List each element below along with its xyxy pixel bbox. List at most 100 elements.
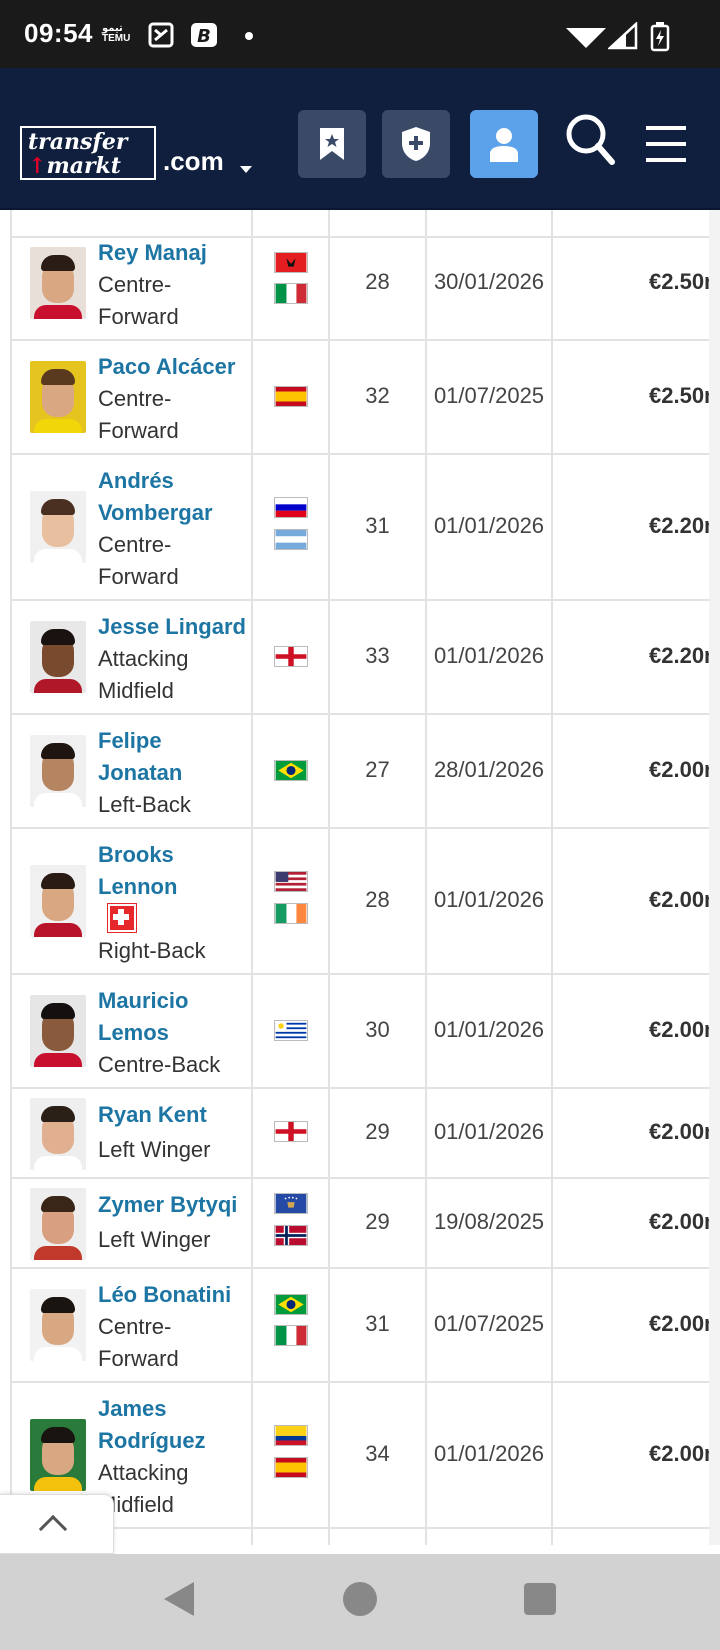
market-value[interactable]: €2.00m [649,887,709,913]
contract-date: 19/08/2025 [433,1209,545,1234]
cell-signal-icon [608,22,638,50]
contract-date: 01/01/2026 [433,887,545,912]
player-age: 34 [365,1441,390,1466]
status-bar: 09:54 تيمو TEMU B [0,0,720,68]
uruguay-flag-icon [274,1020,308,1041]
player-position: Centre- [98,272,172,297]
contract-date: 01/07/2025 [433,1311,545,1336]
table-row: Léo Bonatini Centre- Forward 31 01/07/20… [10,1269,709,1383]
back-icon[interactable] [164,1582,194,1616]
player-name-link[interactable]: Vombergar [98,497,253,529]
player-name-link[interactable]: Lemos [98,1017,253,1049]
player-photo[interactable] [30,1419,86,1491]
market-value[interactable]: €2.50m [649,269,709,295]
table-row: Brooks Lennon Right-Back 28 01/01/2026 €… [10,829,709,975]
injury-icon[interactable] [107,903,137,933]
scroll-to-top-button[interactable] [0,1494,114,1554]
bookmark-icon [320,128,344,160]
ireland-flag-icon [274,903,308,924]
player-photo[interactable] [30,621,86,693]
market-value[interactable]: €2.50m [649,383,709,409]
player-age: 27 [365,757,390,782]
search-icon[interactable] [564,112,616,166]
player-age: 28 [365,269,390,294]
spain-flag-icon [274,386,308,407]
player-name-link[interactable]: Zymer Bytyqi [98,1187,253,1222]
contract-date: 01/07/2025 [433,383,545,408]
player-name-link[interactable]: Paco Alcácer [98,351,253,383]
market-value[interactable]: €2.00m [649,757,709,783]
contract-date: 01/01/2026 [433,1441,545,1466]
spain-flag-icon [274,1457,308,1478]
table-row: James Rodríguez Attacking Midfield 34 01… [10,1383,709,1529]
logo-line-1: transfer [28,129,128,155]
england-flag-icon [274,1121,308,1142]
player-position: Centre- [98,532,172,557]
player-photo[interactable] [30,865,86,937]
player-photo[interactable] [30,735,86,807]
wifi-icon [566,24,606,48]
player-name-link[interactable]: Léo Bonatini [98,1279,253,1311]
player-photo[interactable] [30,1098,86,1170]
market-value[interactable]: €2.00m [649,1119,709,1145]
player-photo[interactable] [30,995,86,1067]
brazil-flag-icon [274,760,308,781]
player-name-link[interactable]: Mauricio [98,985,253,1017]
player-name-link[interactable]: Ryan Kent [98,1097,253,1132]
contract-date: 01/01/2026 [433,1017,545,1042]
player-photo[interactable] [30,361,86,433]
albania-flag-icon [274,252,308,273]
player-name-link[interactable]: Jonatan [98,757,253,789]
domain-selector[interactable]: .com [163,146,224,177]
market-value[interactable]: €2.00m [649,1017,709,1043]
player-name-link[interactable]: Jesse Lingard [98,611,253,643]
player-photo[interactable] [30,1188,86,1260]
player-age: 32 [365,383,390,408]
kosovo-flag-icon [274,1193,308,1214]
player-position: Centre- [98,1314,172,1339]
player-position: Forward [98,418,179,443]
player-photo[interactable] [30,247,86,319]
player-name-link[interactable]: James [98,1393,253,1425]
page-scrollbar[interactable] [709,210,720,1545]
recent-apps-icon[interactable] [524,1583,556,1615]
contract-date: 28/01/2026 [433,757,545,782]
home-icon[interactable] [343,1582,377,1616]
brazil-flag-icon [274,1294,308,1315]
my-club-button[interactable] [382,110,450,178]
chevron-down-icon [240,166,252,173]
player-age: 29 [365,1209,390,1234]
player-name-link[interactable]: Felipe [98,725,253,757]
player-position: Centre-Back [98,1052,221,1077]
profile-button[interactable] [470,110,538,178]
market-value[interactable]: €2.20m [649,513,709,539]
player-position: Left-Back [98,792,191,817]
table-row: Ryan Kent Left Winger 29 01/01/2026 €2.0… [10,1089,709,1179]
player-position: Right-Back [98,938,206,963]
player-position: Forward [98,564,179,589]
contract-date: 30/01/2026 [433,269,545,294]
logo-line-2: ↑markt [28,153,121,179]
hamburger-menu-icon[interactable] [644,124,688,164]
player-photo[interactable] [30,491,86,563]
player-photo[interactable] [30,1289,86,1361]
player-name-link[interactable]: Rodríguez [98,1425,253,1457]
market-value[interactable]: €2.00m [649,1441,709,1467]
player-position: Attacking [98,1460,189,1485]
player-name-link[interactable]: Andrés [98,465,253,497]
player-name-link[interactable]: Brooks [98,839,253,871]
player-position: Midfield [98,678,174,703]
transfermarkt-logo[interactable]: transfer ↑markt [20,126,156,180]
italy-flag-icon [274,1325,308,1346]
watchlist-button[interactable] [298,110,366,178]
player-age: 31 [365,1311,390,1336]
contract-date: 01/01/2026 [433,513,545,538]
players-table: Rey Manaj Centre- Forward 28 30/01/2026 … [10,210,709,1545]
player-name-link[interactable]: Lennon [98,871,253,903]
market-value[interactable]: €2.20m [649,643,709,669]
market-value[interactable]: €2.00m [649,1209,709,1235]
contract-date: 01/01/2026 [433,1119,545,1144]
player-name-link[interactable]: Rey Manaj [98,237,253,269]
market-value[interactable]: €2.00m [649,1311,709,1337]
player-age: 33 [365,643,390,668]
